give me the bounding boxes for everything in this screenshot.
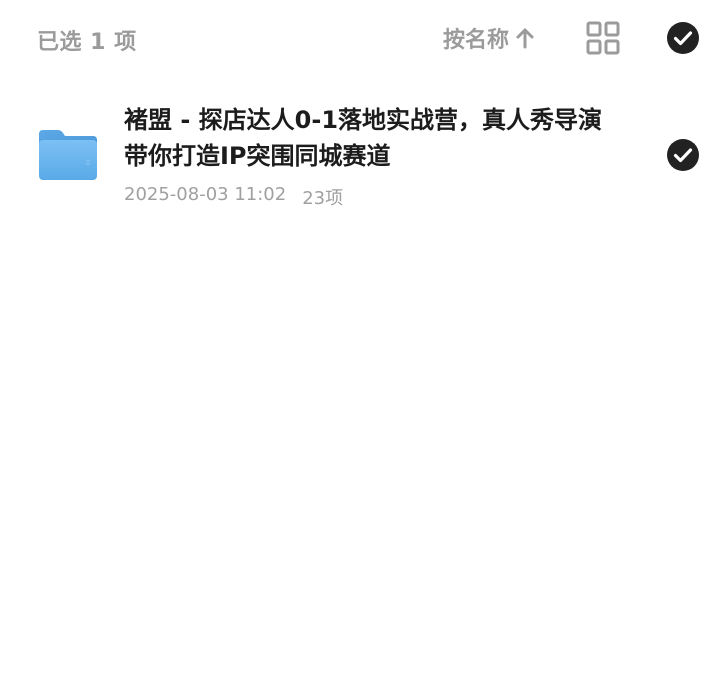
item-count: 23项 — [302, 188, 344, 209]
sort-by-name-button[interactable]: 按名称 — [443, 22, 535, 54]
file-selection-page: 已选 1 项 按名称 褚盟 - 探店达人0-1落地实战营，真人秀导演带你打造IP… — [0, 0, 714, 691]
list-item[interactable]: 褚盟 - 探店达人0-1落地实战营，真人秀导演带你打造IP突围同城赛道 2025… — [0, 90, 714, 220]
grid-view-icon[interactable] — [586, 21, 620, 55]
item-check-icon[interactable] — [666, 138, 700, 172]
selected-count-label: 已选 1 项 — [37, 30, 137, 55]
modified-time: 2025-08-03 11:02 — [124, 184, 287, 205]
folder-name: 褚盟 - 探店达人0-1落地实战营，真人秀导演带你打造IP突围同城赛道 — [124, 106, 603, 170]
folder-icon — [39, 130, 97, 180]
selection-toolbar: 已选 1 项 按名称 — [0, 0, 714, 76]
file-list: 褚盟 - 探店达人0-1落地实战营，真人秀导演带你打造IP突围同城赛道 2025… — [0, 90, 714, 220]
sort-label: 按名称 — [443, 28, 510, 53]
select-all-check-icon[interactable] — [666, 21, 700, 55]
item-meta: 2025-08-03 11:02 23项 — [124, 184, 343, 210]
arrow-up-icon — [516, 28, 534, 49]
